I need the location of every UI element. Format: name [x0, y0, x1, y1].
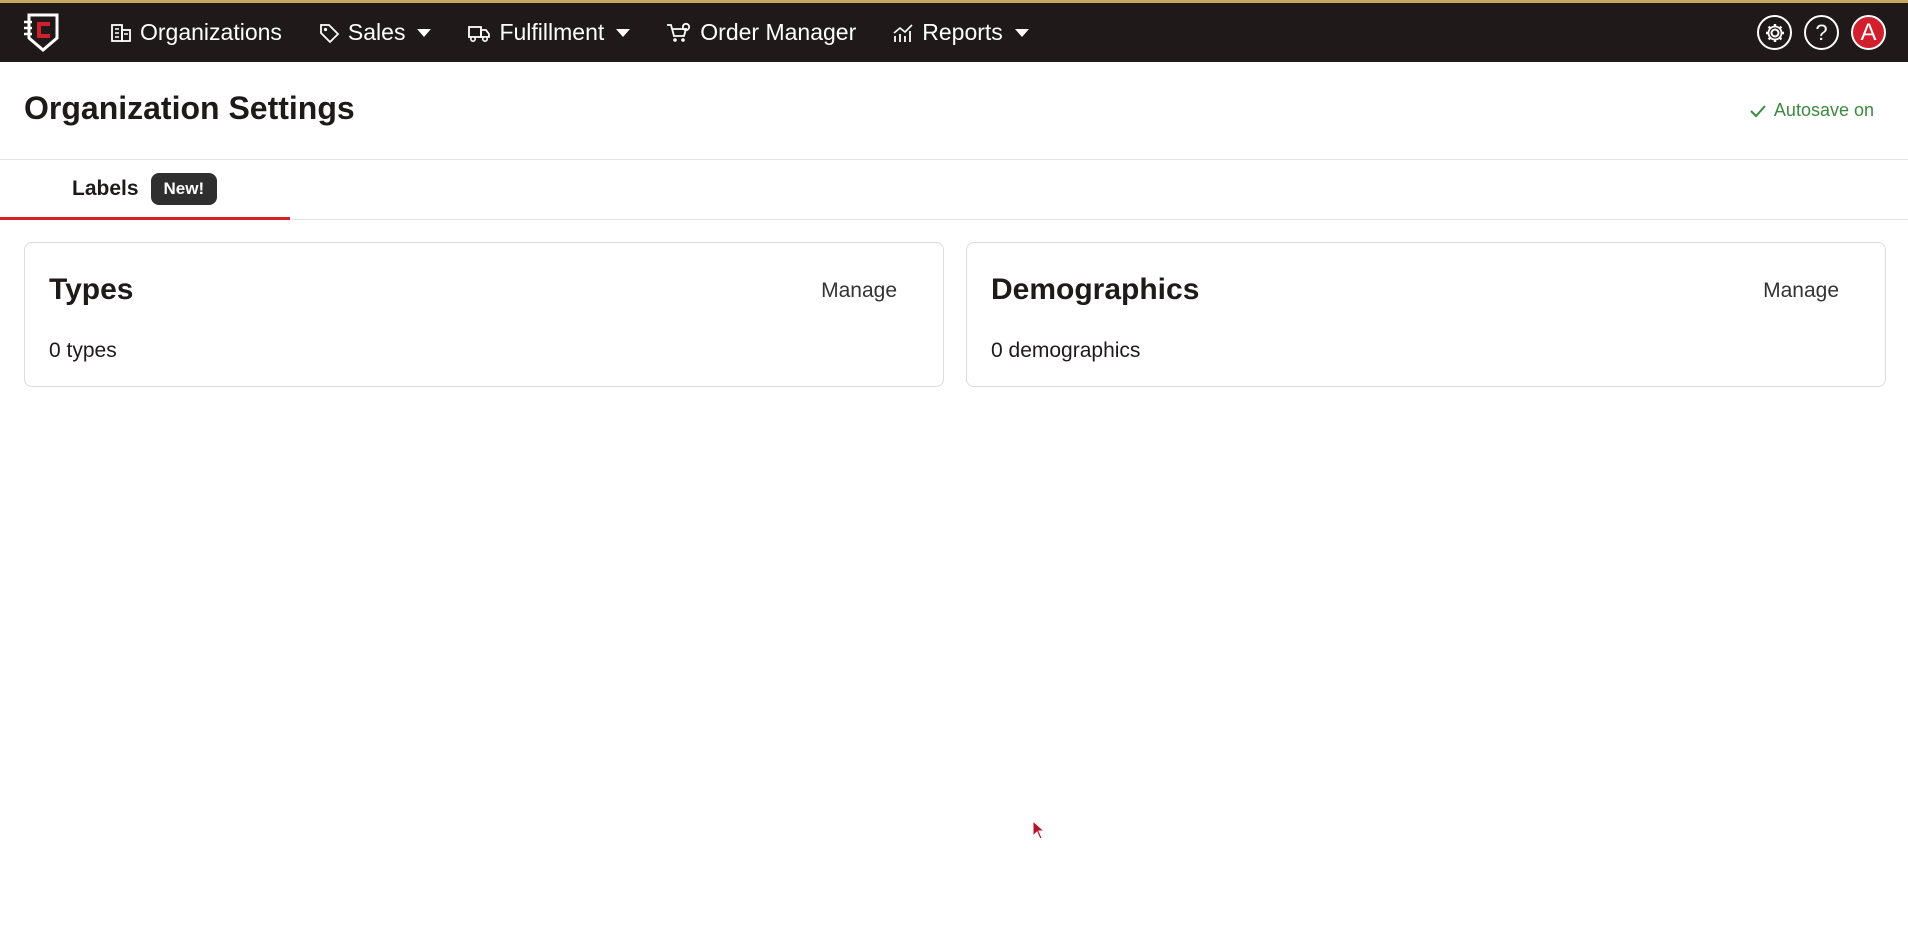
page-header: Organization Settings Autosave on — [0, 62, 1908, 160]
cart-gear-icon — [667, 22, 691, 42]
user-avatar[interactable]: A — [1851, 15, 1886, 50]
gear-icon — [1765, 23, 1784, 42]
nav-fulfillment[interactable]: Fulfillment — [449, 3, 648, 62]
new-badge: New! — [150, 172, 218, 205]
tab-labels-label: Labels — [72, 176, 139, 200]
nav-organizations-label: Organizations — [140, 19, 282, 45]
tab-labels[interactable]: Labels New! — [0, 160, 290, 220]
nav-reports[interactable]: Reports — [874, 3, 1047, 62]
chevron-down-icon — [616, 28, 631, 37]
main-nav: Organizations Sales Fulfillment Order Ma… — [92, 3, 1047, 62]
nav-order-manager[interactable]: Order Manager — [648, 3, 874, 62]
types-card-title: Types — [49, 273, 134, 306]
autosave-label: Autosave on — [1773, 100, 1874, 120]
types-count: 0 types — [49, 339, 117, 362]
nav-reports-label: Reports — [922, 19, 1003, 45]
nav-sales-label: Sales — [347, 19, 406, 45]
types-card: Types Manage 0 types — [24, 242, 944, 387]
help-button[interactable]: ? — [1804, 15, 1839, 50]
building-icon — [111, 23, 131, 42]
chart-icon — [893, 23, 913, 42]
manage-types-button[interactable]: Manage — [821, 279, 897, 303]
nav-organizations[interactable]: Organizations — [92, 3, 300, 62]
top-navigation-bar: Organizations Sales Fulfillment Order Ma… — [0, 0, 1908, 62]
mouse-cursor-icon — [1032, 820, 1046, 840]
app-logo-icon[interactable] — [22, 12, 64, 54]
manage-demographics-button[interactable]: Manage — [1763, 279, 1839, 303]
check-icon — [1750, 104, 1766, 117]
nav-fulfillment-label: Fulfillment — [499, 19, 605, 45]
page-title: Organization Settings — [24, 90, 355, 126]
chevron-down-icon — [417, 28, 432, 37]
settings-button[interactable] — [1757, 15, 1792, 50]
autosave-status: Autosave on — [1750, 100, 1874, 121]
demographics-card: Demographics Manage 0 demographics — [966, 242, 1886, 387]
top-right-actions: ? A — [1757, 3, 1886, 62]
nav-order-manager-label: Order Manager — [700, 19, 857, 45]
truck-icon — [468, 25, 491, 42]
settings-tabs: Labels New! — [0, 160, 1908, 220]
nav-sales[interactable]: Sales — [300, 3, 450, 62]
help-icon: ? — [1815, 19, 1828, 45]
tag-icon — [320, 23, 340, 43]
avatar-initial: A — [1860, 18, 1877, 46]
demographics-count: 0 demographics — [991, 339, 1141, 362]
demographics-card-title: Demographics — [991, 273, 1200, 306]
chevron-down-icon — [1014, 28, 1029, 37]
